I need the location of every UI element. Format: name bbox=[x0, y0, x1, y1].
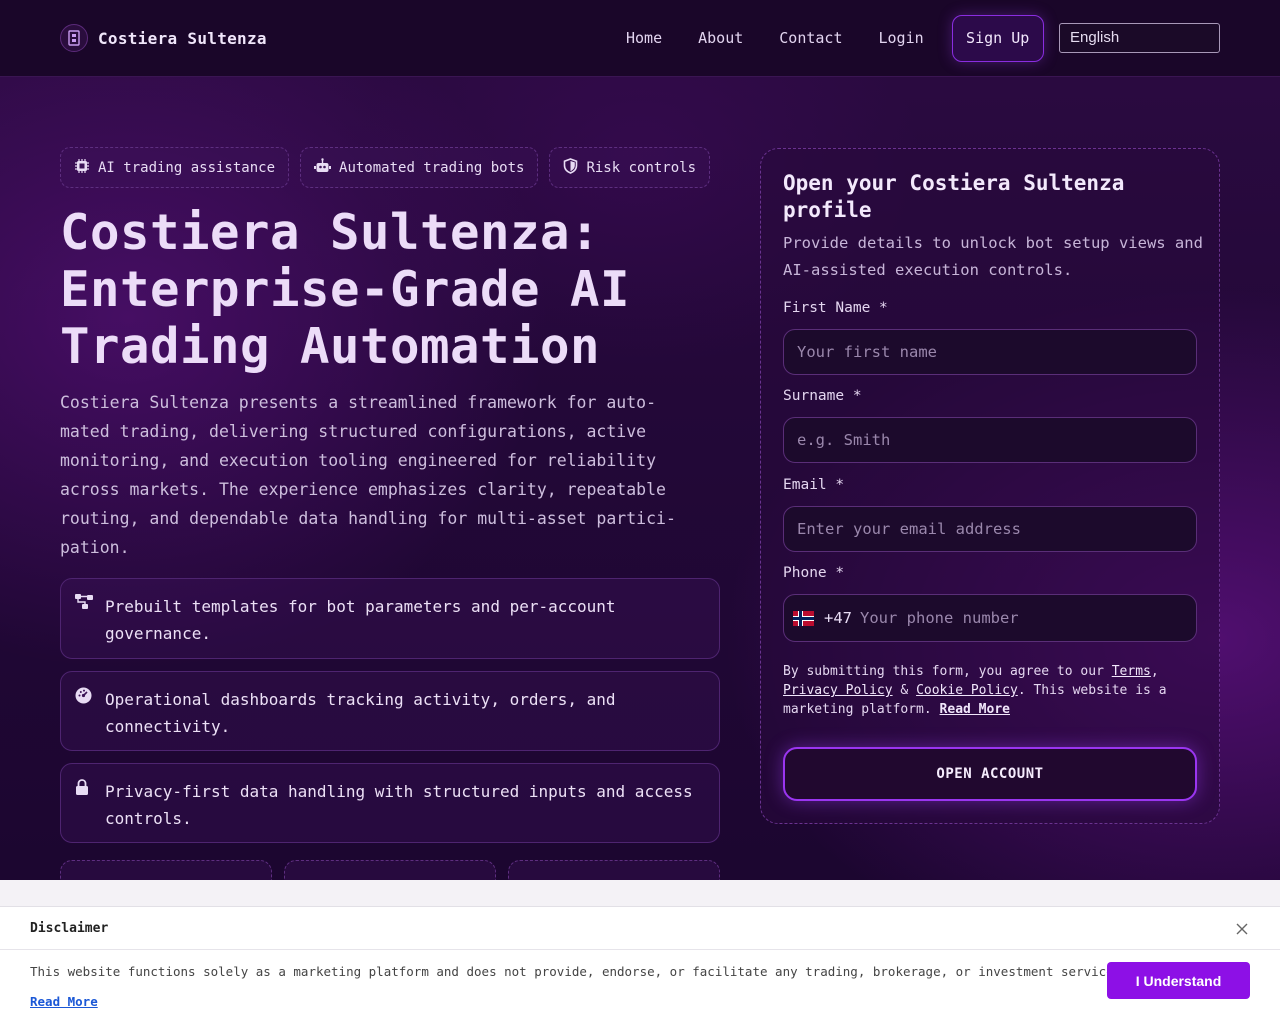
close-icon[interactable] bbox=[1232, 919, 1252, 939]
robot-icon bbox=[314, 157, 332, 178]
disclaimer-read-more-link[interactable]: Read More bbox=[30, 994, 98, 1009]
legal-amp: & bbox=[892, 683, 917, 698]
phone-label: Phone * bbox=[783, 565, 845, 581]
lock-icon bbox=[75, 778, 95, 828]
i-understand-button[interactable]: I Understand bbox=[1107, 962, 1250, 999]
email-input[interactable] bbox=[783, 506, 1197, 552]
brand-chip-icon bbox=[60, 24, 88, 52]
nodes-icon bbox=[75, 593, 95, 644]
chip-label: Risk controls bbox=[586, 159, 697, 176]
nav-home-link[interactable]: Home bbox=[608, 29, 680, 47]
legal-prefix: By submitting this form, you agree to ou… bbox=[783, 664, 1112, 679]
legal-consent-text: By submitting this form, you agree to ou… bbox=[783, 662, 1203, 719]
surname-input[interactable] bbox=[783, 417, 1197, 463]
feature-text: Operational dashboards tracking activity… bbox=[105, 690, 616, 736]
feature-card-dashboards: Operational dashboards tracking activity… bbox=[60, 671, 720, 751]
hero-description: Costiera Sultenza presents a streamlined… bbox=[60, 393, 676, 557]
divider bbox=[0, 949, 1280, 950]
feature-text: Prebuilt templates for bot parameters an… bbox=[105, 597, 616, 643]
legal-comma: , bbox=[1150, 664, 1159, 679]
hero-title: Costiera Sultenza: Enterprise-Grade AI T… bbox=[60, 204, 631, 375]
chip-risk-controls: Risk controls bbox=[549, 147, 711, 188]
phone-field: +47 bbox=[783, 594, 1197, 642]
privacy-policy-link[interactable]: Privacy Policy bbox=[783, 683, 893, 698]
read-more-link[interactable]: Read More bbox=[940, 702, 1010, 717]
brand-logo[interactable]: Costiera Sultenza bbox=[60, 24, 267, 52]
feature-card-privacy: Privacy-first data handling with structu… bbox=[60, 763, 720, 843]
chip-ai-trading: AI trading assistance bbox=[60, 147, 290, 188]
top-navbar: Costiera Sultenza Home About Contact Log… bbox=[0, 0, 1280, 77]
email-label: Email * bbox=[783, 477, 845, 493]
open-account-button[interactable]: OPEN ACCOUNT bbox=[783, 747, 1197, 801]
chip-trading-bots: Automated trading bots bbox=[300, 147, 539, 188]
nav-about-link[interactable]: About bbox=[680, 29, 761, 47]
surname-label: Surname * bbox=[783, 388, 862, 404]
signup-button[interactable]: Sign Up bbox=[951, 14, 1044, 62]
chip-label: AI trading assistance bbox=[98, 159, 276, 176]
brand-name: Costiera Sultenza bbox=[98, 28, 267, 48]
dashboard-icon bbox=[75, 686, 95, 736]
form-title: Open your Costiera Sultenza profile bbox=[783, 171, 1125, 222]
nav-login-link[interactable]: Login bbox=[861, 29, 942, 47]
underlying-page-strip bbox=[0, 880, 1280, 906]
feature-chips: AI trading assistance Automated trading … bbox=[60, 147, 711, 188]
cookie-policy-link[interactable]: Cookie Policy bbox=[916, 683, 1018, 698]
nav-links: Home About Contact Login Sign Up bbox=[608, 14, 1044, 62]
nav-contact-link[interactable]: Contact bbox=[761, 29, 860, 47]
phone-input[interactable] bbox=[860, 609, 1187, 627]
first-name-label: First Name * bbox=[783, 300, 888, 316]
feature-text: Privacy-first data handling with structu… bbox=[105, 782, 693, 828]
shield-icon bbox=[563, 157, 578, 178]
language-select[interactable]: English bbox=[1059, 23, 1220, 53]
disclaimer-text: This website functions solely as a marke… bbox=[30, 964, 1129, 979]
disclaimer-title: Disclaimer bbox=[30, 921, 109, 936]
dial-code[interactable]: +47 bbox=[824, 609, 852, 627]
norway-flag-icon[interactable] bbox=[793, 610, 814, 626]
form-subtitle: Provide details to unlock bot setup view… bbox=[783, 234, 1203, 279]
chip-label: Automated trading bots bbox=[339, 159, 525, 176]
chip-cpu-icon bbox=[74, 158, 90, 178]
disclaimer-banner: Disclaimer This website functions solely… bbox=[0, 906, 1280, 1024]
feature-card-templates: Prebuilt templates for bot parameters an… bbox=[60, 578, 720, 659]
first-name-input[interactable] bbox=[783, 329, 1197, 375]
terms-link[interactable]: Terms bbox=[1112, 664, 1151, 679]
